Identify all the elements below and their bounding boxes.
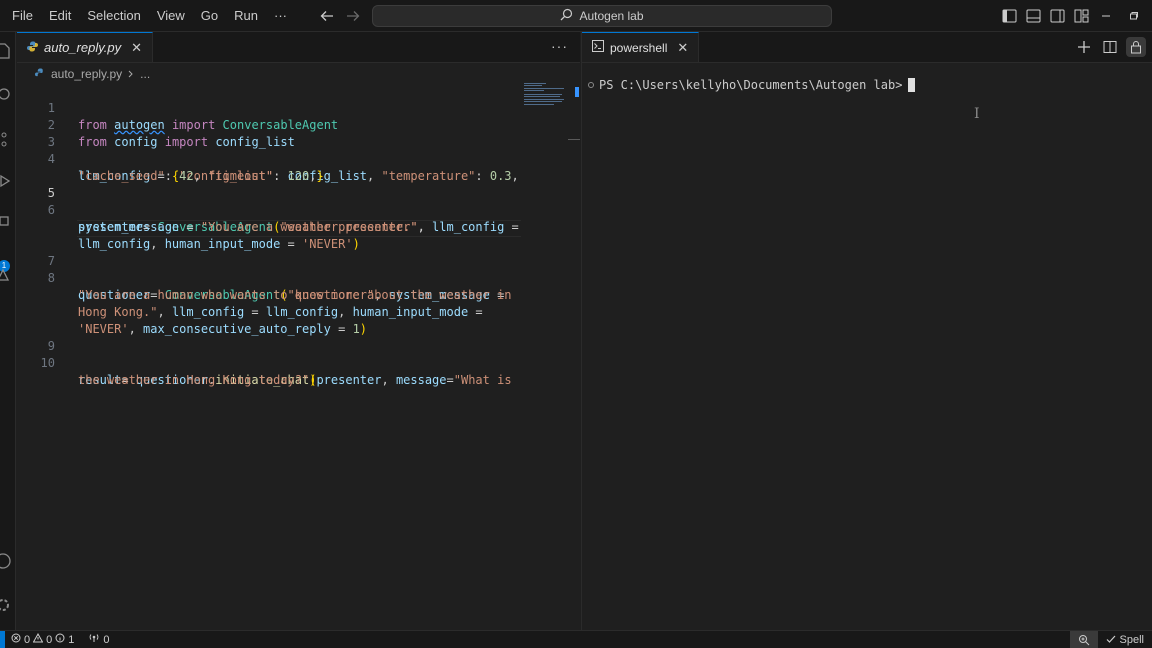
menu-bar: File Edit Selection View Go Run ··· xyxy=(0,0,295,32)
command-center-search[interactable]: Autogen lab xyxy=(372,5,832,27)
customize-layout-icon[interactable] xyxy=(1072,7,1090,25)
menu-more[interactable]: ··· xyxy=(266,0,295,32)
ports-antenna-icon xyxy=(88,633,100,646)
command-decoration-icon[interactable] xyxy=(588,82,594,88)
code-line-wrapped: system_message = "You are a weather pres… xyxy=(78,220,519,234)
code-line-wrapped: 'NEVER', max_consecutive_auto_reply = 1) xyxy=(78,322,368,336)
terminal-prompt: PS C:\Users\kellyho\Documents\Autogen la… xyxy=(599,78,903,92)
code-line-wrapped: "You are a human who wants to know more … xyxy=(78,288,512,302)
breadcrumb-more[interactable]: ... xyxy=(140,67,150,81)
back-arrow-icon[interactable] xyxy=(318,7,336,25)
breadcrumb-file[interactable]: auto_reply.py xyxy=(51,67,122,81)
activity-bar: 1 xyxy=(0,32,16,630)
forward-arrow-icon[interactable] xyxy=(344,7,362,25)
python-file-icon xyxy=(27,40,38,55)
menu-file[interactable]: File xyxy=(4,0,41,32)
code-line: 1 from autogen import ConversableAgent xyxy=(17,83,522,132)
info-icon xyxy=(55,633,65,646)
error-count: 0 xyxy=(24,633,31,646)
toggle-panel-icon[interactable] xyxy=(1024,7,1042,25)
title-bar: File Edit Selection View Go Run ··· Auto… xyxy=(0,0,1152,32)
info-count: 1 xyxy=(68,633,75,646)
minimap[interactable] xyxy=(524,82,568,106)
navigation-arrows xyxy=(318,0,362,32)
search-icon[interactable] xyxy=(0,86,12,104)
editor-tabs: auto_reply.py ✕ ··· xyxy=(17,32,580,63)
code-line: 10 result= questioner.initiate_chat(pres… xyxy=(17,338,522,387)
settings-gear-icon[interactable] xyxy=(0,596,12,614)
python-file-icon xyxy=(35,67,45,81)
testing-icon[interactable] xyxy=(0,266,12,284)
editor-group: auto_reply.py ✕ ··· auto_reply.py ... 1 … xyxy=(17,32,580,630)
menu-edit[interactable]: Edit xyxy=(41,0,79,32)
toggle-primary-sidebar-icon[interactable] xyxy=(1000,7,1018,25)
error-icon xyxy=(11,633,21,646)
code-line: 3 xyxy=(17,117,522,149)
warning-count: 0 xyxy=(46,633,53,646)
source-control-icon[interactable] xyxy=(0,130,12,148)
zoom-icon[interactable] xyxy=(1069,631,1098,648)
tab-powershell[interactable]: powershell ✕ xyxy=(582,32,700,62)
restore-icon[interactable] xyxy=(1120,0,1148,32)
problems-status[interactable]: 0 0 1 xyxy=(11,632,75,646)
split-editor-icon[interactable] xyxy=(1100,37,1120,57)
code-line: 7 xyxy=(17,236,522,268)
code-line: 5 xyxy=(17,168,522,200)
menu-view[interactable]: View xyxy=(149,0,193,32)
terminal-cursor xyxy=(908,78,916,92)
close-tab-icon[interactable]: ✕ xyxy=(131,40,142,56)
code-line: 8 questioner= ConversableAgent("question… xyxy=(17,253,522,302)
menu-selection[interactable]: Selection xyxy=(79,0,148,32)
terminal-tab-label: powershell xyxy=(610,40,668,55)
lock-icon[interactable] xyxy=(1126,37,1146,57)
explorer-icon[interactable] xyxy=(0,42,12,60)
code-line: 6 presenter= ConversableAgent("weather p… xyxy=(17,185,522,234)
code-line-wrapped: "cache_seed": 42, "timeout": 120,} xyxy=(78,169,324,183)
account-icon[interactable] xyxy=(0,552,12,570)
code-line-wrapped: llm_config, human_input_mode = 'NEVER') xyxy=(78,237,360,251)
remote-indicator[interactable] xyxy=(0,630,5,648)
menu-run[interactable]: Run xyxy=(226,0,266,32)
toggle-secondary-sidebar-icon[interactable] xyxy=(1048,7,1066,25)
layout-controls xyxy=(1000,0,1090,32)
code-line: 9 xyxy=(17,321,522,353)
extensions-icon[interactable] xyxy=(0,214,12,232)
terminal-icon xyxy=(592,40,604,55)
menu-go[interactable]: Go xyxy=(193,0,226,32)
code-line: 4 llm_config = {"config_list": config_li… xyxy=(17,134,522,183)
terminal-actions xyxy=(1074,37,1146,57)
spell-check-status[interactable]: Spell xyxy=(1098,634,1152,647)
search-icon xyxy=(560,8,573,24)
code-line-wrapped: the weather in Hong Kong today?") xyxy=(78,373,317,387)
chevron-right-icon xyxy=(128,67,134,81)
tab-auto-reply-py[interactable]: auto_reply.py ✕ xyxy=(17,32,153,62)
editor-actions-more-icon[interactable]: ··· xyxy=(551,38,568,54)
scrollbar-marker xyxy=(575,87,579,97)
terminal-prompt-line[interactable]: PS C:\Users\kellyho\Documents\Autogen la… xyxy=(599,78,916,92)
warning-icon xyxy=(32,632,44,646)
overview-ruler-tick xyxy=(568,139,580,140)
ports-count: 0 xyxy=(103,633,110,646)
terminal-panel: powershell ✕ PS C:\Users\kellyho\Documen… xyxy=(581,32,1152,630)
checkmark-icon xyxy=(1106,634,1116,647)
code-line: 2 from config import config_list xyxy=(17,100,522,149)
tab-label: auto_reply.py xyxy=(44,40,122,55)
minimize-icon[interactable] xyxy=(1092,0,1120,32)
command-center-label: Autogen lab xyxy=(579,9,644,23)
spell-label: Spell xyxy=(1119,634,1144,646)
ports-status[interactable]: 0 xyxy=(88,633,110,646)
close-terminal-icon[interactable]: ✕ xyxy=(677,40,688,56)
new-terminal-plus-icon[interactable] xyxy=(1074,37,1094,57)
run-debug-icon[interactable] xyxy=(0,172,12,190)
status-right: Spell xyxy=(1069,631,1152,648)
status-bar: 0 0 1 0 Spell xyxy=(0,630,1152,648)
text-cursor-icon: I xyxy=(974,106,980,122)
terminal-tabs: powershell ✕ xyxy=(582,32,1152,63)
code-line-wrapped: Hong Kong.", llm_config = llm_config, hu… xyxy=(78,305,483,319)
breadcrumb: auto_reply.py ... xyxy=(17,63,580,85)
